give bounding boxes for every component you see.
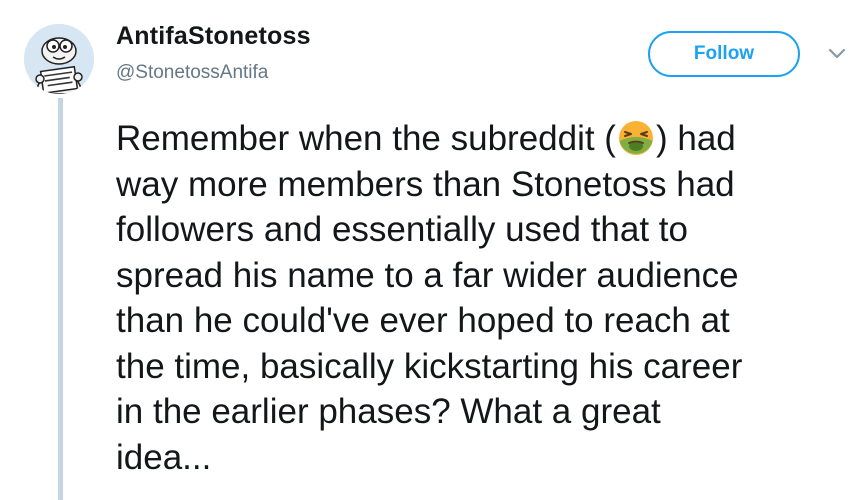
- tweet-line: spread his name to a far wider audience: [116, 255, 739, 295]
- tweet-text: Remember when the subreddit ( ) had way …: [116, 116, 856, 480]
- user-handle[interactable]: @StonetossAntifa: [116, 62, 268, 84]
- tweet-text-segment: ) had: [655, 119, 736, 158]
- tweet-line: way more members than Stonetoss had: [116, 164, 735, 204]
- thread-line: [58, 98, 63, 500]
- tweet-line: followers and essentially used that to: [116, 210, 688, 249]
- tweet-text-segment: Remember when the subreddit (: [116, 119, 616, 158]
- tweet-line: in the earlier phases? What a great: [116, 392, 661, 431]
- avatar-cartoon-icon: [24, 24, 94, 94]
- tweet-line: idea...: [116, 437, 212, 477]
- follow-button[interactable]: Follow: [648, 31, 800, 77]
- tweet-line: than he could've ever hoped to reach at: [116, 301, 730, 340]
- tweet-line: Remember when the subreddit ( ) had: [116, 116, 856, 162]
- tweet-card: AntifaStonetoss @StonetossAntifa Follow …: [0, 0, 866, 500]
- chevron-down-icon[interactable]: [826, 44, 848, 64]
- nauseated-face-icon: [617, 119, 655, 157]
- tweet-line: the time, basically kickstarting his car…: [116, 346, 743, 386]
- avatar[interactable]: [24, 24, 94, 94]
- display-name[interactable]: AntifaStonetoss: [116, 22, 311, 51]
